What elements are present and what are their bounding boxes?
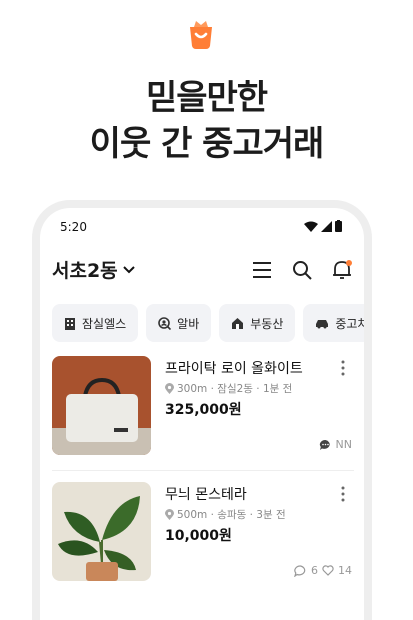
chip-real-estate[interactable]: 부동산 [219,304,296,342]
car-icon [316,319,329,328]
chevron-down-icon [122,265,135,273]
item-counts: 6 14 [294,564,352,577]
chip-label: 중고차 [335,316,369,331]
item-title: 프라이탁 로이 올화이트 [165,361,303,377]
search-icon [293,261,312,280]
search-button[interactable] [290,258,314,282]
app-bar: 서초2동 [52,252,354,288]
item-meta-text: 500m · 송파동 · 3분 전 [177,509,286,521]
plant-photo [52,482,151,581]
headline-line-2: 이웃 간 중고거래 [89,124,325,164]
status-time: 5:20 [60,220,87,234]
chip-apartment[interactable]: 잠실엘스 [52,304,139,342]
item-price: 10,000원 [165,528,232,544]
category-chips: 잠실엘스 알바 부동산 중고차 [52,304,369,342]
chip-used-car[interactable]: 중고차 [303,304,369,342]
like-count: 14 [338,564,352,577]
chip-label: 알바 [177,316,200,331]
headline-line-1: 믿을만한 [145,78,268,118]
chat-count: 6 [311,564,318,577]
chat-icon [294,564,306,577]
item-thumbnail [52,482,151,581]
signal-icon [321,220,332,232]
chip-jobs[interactable]: 알바 [146,304,212,342]
app-bar-actions [250,258,354,282]
item-thumbnail [52,356,151,455]
more-options-icon[interactable] [338,358,348,378]
location-selector[interactable]: 서초2동 [52,256,136,283]
battery-icon [335,220,342,232]
location-label: 서초2동 [52,260,118,282]
status-icons [304,220,342,232]
list-item[interactable]: 프라이탁 로이 올화이트 300m · 잠실2동 · 1분 전 325,000원… [52,356,354,466]
search-person-icon [158,316,172,330]
building-icon [65,317,75,330]
house-icon [232,318,244,329]
chat-icon [319,439,330,450]
item-price: 325,000원 [165,402,242,418]
more-options-icon[interactable] [338,484,348,504]
item-title: 무늬 몬스테라 [165,487,247,503]
bell-icon [333,260,352,279]
item-meta: 300m · 잠실2동 · 1분 전 [165,381,292,396]
carrot-bag-logo [190,21,212,49]
chat-count: NN [335,438,352,451]
heart-icon [322,565,334,576]
item-counts: NN [319,438,352,451]
notification-button[interactable] [330,258,354,282]
menu-icon [253,262,271,278]
phone-mockup: 5:20 서초2동 잠실엘스 알바 부동산 중고차 프라이탁 로이 올화이트 3… [32,200,372,620]
menu-button[interactable] [250,258,274,282]
item-meta: 500m · 송파동 · 3분 전 [165,507,286,522]
location-pin-icon [165,509,174,520]
chip-label: 부동산 [250,316,284,331]
list-item[interactable]: 무늬 몬스테라 500m · 송파동 · 3분 전 10,000원 6 14 [52,482,354,592]
chip-label: 잠실엘스 [82,316,127,331]
wifi-icon [304,221,318,232]
list-divider [52,470,354,471]
bag-photo [52,356,151,455]
item-meta-text: 300m · 잠실2동 · 1분 전 [177,383,293,395]
location-pin-icon [165,383,174,394]
